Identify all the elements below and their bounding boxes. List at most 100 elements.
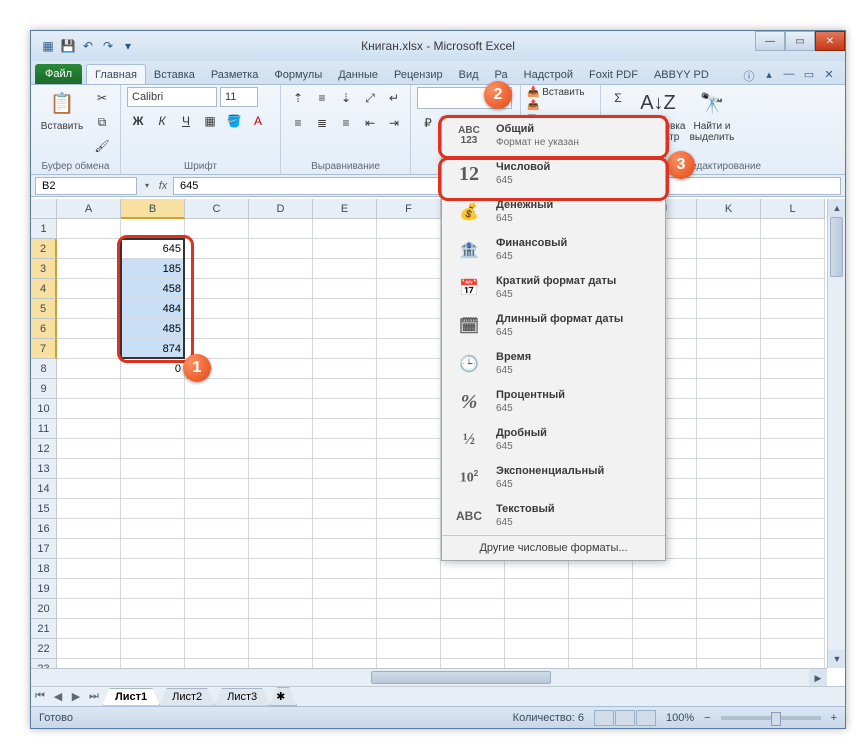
- cell[interactable]: [313, 239, 377, 259]
- cell[interactable]: [249, 539, 313, 559]
- cell[interactable]: [185, 239, 249, 259]
- cell[interactable]: [249, 279, 313, 299]
- cell[interactable]: [121, 539, 185, 559]
- cell[interactable]: [57, 479, 121, 499]
- cell[interactable]: [313, 499, 377, 519]
- cell[interactable]: [697, 599, 761, 619]
- cell[interactable]: [377, 559, 441, 579]
- column-header[interactable]: F: [377, 199, 441, 219]
- zoom-out-icon[interactable]: −: [704, 712, 710, 724]
- cell[interactable]: [697, 579, 761, 599]
- cell[interactable]: [57, 259, 121, 279]
- cell[interactable]: [185, 619, 249, 639]
- name-box[interactable]: B2: [35, 177, 137, 195]
- cell[interactable]: [57, 239, 121, 259]
- align-mid-icon[interactable]: ≡: [311, 87, 333, 109]
- cell[interactable]: [121, 379, 185, 399]
- column-header[interactable]: K: [697, 199, 761, 219]
- cell[interactable]: [761, 399, 825, 419]
- tab-insert[interactable]: Вставка: [146, 65, 203, 84]
- row-header[interactable]: 8: [31, 359, 57, 379]
- help-icon[interactable]: ⓘ: [741, 68, 757, 84]
- format-item-общий[interactable]: ABC123ОбщийФормат не указан: [442, 117, 665, 155]
- cell[interactable]: [697, 359, 761, 379]
- column-header[interactable]: D: [249, 199, 313, 219]
- cell[interactable]: [377, 519, 441, 539]
- select-all-corner[interactable]: [31, 199, 57, 219]
- cell[interactable]: [377, 639, 441, 659]
- tab-foxit[interactable]: Foxit PDF: [581, 65, 646, 84]
- sheet-nav-first-icon[interactable]: ⏮: [31, 690, 49, 703]
- cell[interactable]: [185, 519, 249, 539]
- scrollbar-thumb[interactable]: [371, 671, 551, 684]
- cell[interactable]: [57, 619, 121, 639]
- cell[interactable]: [761, 479, 825, 499]
- cell[interactable]: [761, 339, 825, 359]
- cell[interactable]: [313, 619, 377, 639]
- cell[interactable]: [185, 579, 249, 599]
- cell[interactable]: [185, 319, 249, 339]
- cell[interactable]: [121, 399, 185, 419]
- cell[interactable]: [249, 319, 313, 339]
- cell[interactable]: [313, 579, 377, 599]
- format-item-время[interactable]: 🕒Время645: [442, 345, 665, 383]
- cell[interactable]: [121, 599, 185, 619]
- cell[interactable]: [441, 579, 505, 599]
- align-right-icon[interactable]: ≡: [335, 112, 357, 134]
- cell[interactable]: [313, 479, 377, 499]
- doc-restore-icon[interactable]: ▭: [801, 68, 817, 84]
- cell[interactable]: [185, 219, 249, 239]
- cell[interactable]: [377, 239, 441, 259]
- minimize-button[interactable]: —: [755, 31, 785, 51]
- cell[interactable]: [697, 499, 761, 519]
- cell[interactable]: [697, 439, 761, 459]
- cell[interactable]: [185, 299, 249, 319]
- row-header[interactable]: 17: [31, 539, 57, 559]
- cell[interactable]: [249, 339, 313, 359]
- row-header[interactable]: 15: [31, 499, 57, 519]
- cell[interactable]: [377, 219, 441, 239]
- format-item-текстовый[interactable]: ABCТекстовый645: [442, 497, 665, 535]
- cell[interactable]: [57, 319, 121, 339]
- cell[interactable]: [377, 579, 441, 599]
- cell[interactable]: [121, 479, 185, 499]
- cell[interactable]: [121, 459, 185, 479]
- cell[interactable]: [441, 599, 505, 619]
- tab-view[interactable]: Вид: [451, 65, 487, 84]
- row-header[interactable]: 19: [31, 579, 57, 599]
- row-header[interactable]: 22: [31, 639, 57, 659]
- cell[interactable]: [121, 619, 185, 639]
- cell[interactable]: [377, 539, 441, 559]
- cell[interactable]: [761, 599, 825, 619]
- row-header[interactable]: 9: [31, 379, 57, 399]
- row-header[interactable]: 10: [31, 399, 57, 419]
- cell[interactable]: [185, 379, 249, 399]
- cell[interactable]: [441, 559, 505, 579]
- tab-addins[interactable]: Надстрой: [516, 65, 581, 84]
- cell[interactable]: [313, 539, 377, 559]
- cell[interactable]: [697, 259, 761, 279]
- row-header[interactable]: 11: [31, 419, 57, 439]
- cell[interactable]: [377, 459, 441, 479]
- indent-inc-icon[interactable]: ⇥: [383, 112, 405, 134]
- cell[interactable]: [377, 599, 441, 619]
- cell[interactable]: [377, 499, 441, 519]
- cell[interactable]: [697, 279, 761, 299]
- tab-data[interactable]: Данные: [330, 65, 386, 84]
- cell[interactable]: [185, 259, 249, 279]
- cell[interactable]: [377, 439, 441, 459]
- cell[interactable]: [249, 519, 313, 539]
- cell[interactable]: [761, 459, 825, 479]
- cell[interactable]: [761, 579, 825, 599]
- cell[interactable]: [761, 259, 825, 279]
- cell[interactable]: [57, 419, 121, 439]
- cell[interactable]: [185, 539, 249, 559]
- ribbon-minimize-icon[interactable]: ▴: [761, 68, 777, 84]
- cell[interactable]: [57, 519, 121, 539]
- row-header[interactable]: 12: [31, 439, 57, 459]
- cell[interactable]: [121, 519, 185, 539]
- cell[interactable]: [569, 599, 633, 619]
- cell[interactable]: [313, 379, 377, 399]
- align-bot-icon[interactable]: ⇣: [335, 87, 357, 109]
- cell[interactable]: [121, 219, 185, 239]
